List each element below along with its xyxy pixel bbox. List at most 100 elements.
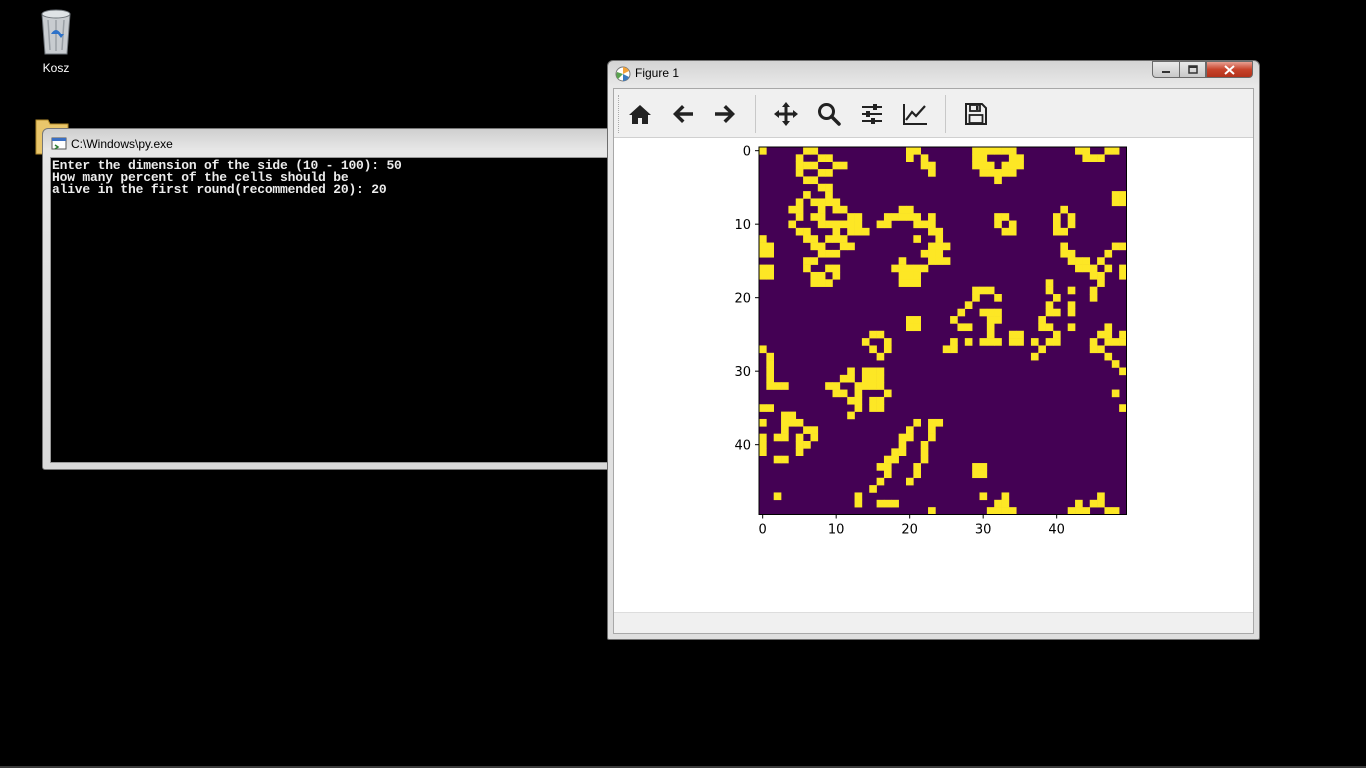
console-line: alive in the first round(recommended 20)… (52, 182, 387, 197)
alive-cell (766, 404, 774, 412)
alive-cell (817, 279, 826, 287)
alive-cell (1075, 257, 1083, 265)
recycle-bin[interactable]: Kosz (21, 8, 91, 75)
alive-cell (847, 242, 855, 251)
alive-cell (920, 161, 929, 170)
alive-cell (766, 382, 774, 390)
alive-cell (898, 441, 907, 449)
alive-cell (994, 294, 1002, 302)
maximize-button[interactable] (1179, 61, 1206, 78)
configure-subplots-button[interactable] (855, 97, 889, 131)
alive-cell (979, 470, 988, 479)
forward-button[interactable] (708, 97, 742, 131)
alive-cell (1111, 147, 1120, 155)
alive-cell (861, 374, 870, 383)
pan-button[interactable] (769, 97, 803, 131)
alive-cell (913, 323, 921, 332)
alive-cell (839, 242, 848, 251)
alive-cell (854, 213, 863, 221)
alive-cell (1119, 367, 1127, 376)
alive-cell (986, 147, 995, 155)
console-window[interactable]: C:\Windows\py.exe Enter the dimension of… (42, 128, 624, 470)
minimize-button[interactable] (1152, 61, 1179, 78)
alive-cell (832, 227, 841, 236)
alive-cell (795, 169, 804, 177)
alive-cell (759, 441, 767, 449)
alive-cell (1097, 345, 1105, 354)
alive-cell (781, 433, 789, 442)
alive-cell (979, 154, 988, 162)
alive-cell (759, 345, 767, 354)
alive-cell (1001, 507, 1010, 515)
alive-cell (935, 235, 944, 243)
alive-cell (876, 396, 885, 405)
close-button[interactable] (1206, 61, 1253, 78)
alive-cell (920, 264, 929, 273)
alive-cell (942, 345, 951, 354)
alive-cell (803, 426, 811, 434)
alive-cell (854, 220, 863, 229)
close-icon (1224, 64, 1235, 75)
alive-cell (795, 448, 804, 456)
alive-cell (972, 294, 980, 302)
edit-axis-button[interactable] (898, 97, 932, 131)
alive-cell (1082, 257, 1091, 265)
alive-cell (1075, 264, 1083, 273)
alive-cell (810, 235, 819, 243)
alive-cell (883, 345, 892, 354)
save-button[interactable] (959, 97, 993, 131)
alive-cell (817, 220, 826, 229)
alive-cell (913, 418, 921, 427)
alive-cell (817, 183, 826, 192)
alive-cell (935, 249, 944, 258)
zoom-button[interactable] (812, 97, 846, 131)
alive-cell (1001, 213, 1010, 221)
alive-cell (839, 220, 848, 229)
alive-cell (825, 183, 833, 192)
configure-subplots-icon (862, 104, 882, 124)
alive-cell (839, 161, 848, 170)
alive-cell (928, 418, 936, 427)
alive-cell (1089, 286, 1098, 295)
figure-titlebar[interactable]: Figure 1 (608, 61, 1259, 87)
alive-cell (928, 213, 936, 221)
alive-cell (883, 463, 892, 471)
alive-cell (1067, 213, 1076, 221)
alive-cell (1053, 213, 1061, 221)
alive-cell (773, 433, 782, 442)
alive-cell (803, 257, 811, 265)
x-tick-label: 40 (1048, 523, 1065, 538)
alive-cell (810, 242, 819, 251)
alive-cell (964, 338, 973, 346)
alive-cell (972, 470, 980, 479)
alive-cell (795, 161, 804, 170)
alive-cell (869, 345, 877, 354)
alive-cell (847, 396, 855, 405)
toolbar-grip[interactable] (618, 95, 622, 133)
alive-cell (781, 418, 789, 427)
alive-cell (810, 271, 819, 280)
console-output[interactable]: Enter the dimension of the side (10 - 10… (50, 157, 623, 463)
alive-cell (1038, 316, 1046, 324)
alive-cell (1104, 352, 1113, 361)
alive-cell (832, 198, 841, 207)
back-button[interactable] (666, 97, 700, 131)
console-titlebar[interactable]: C:\Windows\py.exe (51, 133, 623, 155)
home-icon (629, 105, 651, 124)
alive-cell (795, 205, 804, 214)
alive-cell (861, 338, 870, 346)
alive-cell (1082, 154, 1091, 162)
figure-window[interactable]: Figure 1 0 10 20 30 40 0 10 20 30 40 (607, 60, 1260, 640)
alive-cell (788, 205, 797, 214)
alive-cell (1008, 169, 1017, 177)
alive-cell (1038, 345, 1046, 354)
alive-cell (898, 257, 907, 265)
alive-cell (898, 271, 907, 280)
home-button[interactable] (623, 97, 657, 131)
y-tick-label: 0 (743, 145, 751, 160)
alive-cell (788, 418, 797, 427)
heatmap-plot[interactable]: 0 10 20 30 40 0 10 20 30 40 (614, 137, 1255, 615)
alive-cell (759, 271, 767, 280)
alive-cell (1119, 242, 1127, 251)
alive-cell (1111, 389, 1120, 398)
